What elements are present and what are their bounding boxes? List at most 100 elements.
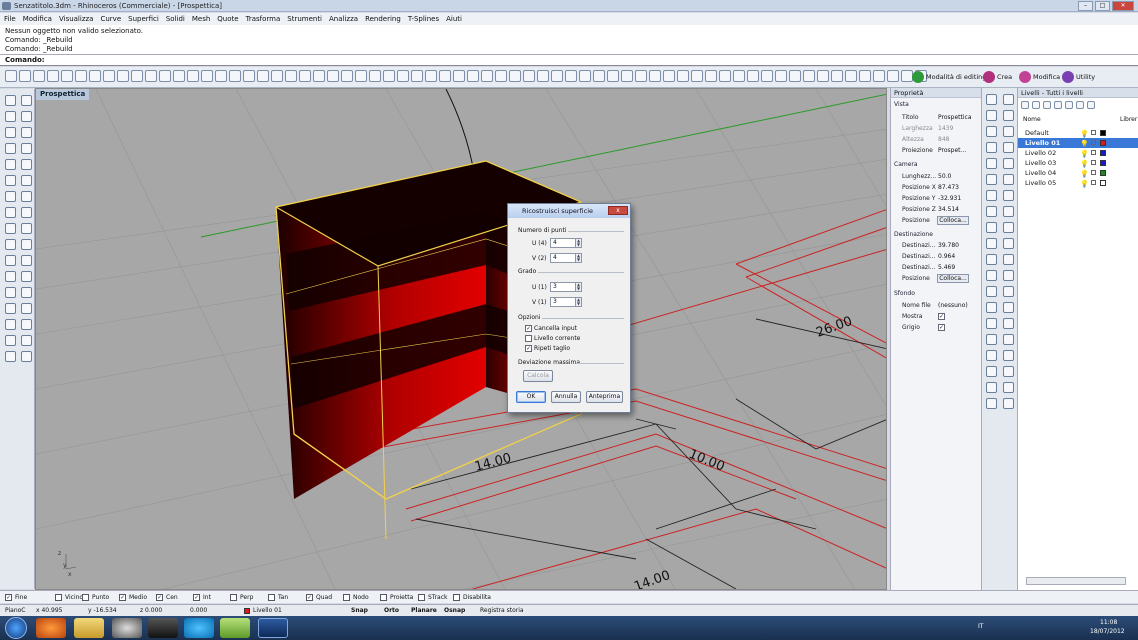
toolbar-tool-icon[interactable]: [61, 70, 73, 82]
modeling-tool-icon[interactable]: [21, 207, 32, 218]
perspective-viewport[interactable]: 26.00 14.00 10.00 14.00 z y x Prospettic…: [35, 88, 887, 590]
current-layer-checkbox[interactable]: Livello corrente: [525, 335, 580, 343]
tool-icon[interactable]: [986, 158, 997, 169]
layer-row[interactable]: Livello 03 💡: [1018, 158, 1138, 168]
clock-time[interactable]: 11:08: [1100, 619, 1117, 626]
menu-item[interactable]: T-Splines: [408, 13, 439, 25]
modeling-tool-icon[interactable]: [21, 143, 32, 154]
modeling-tool-icon[interactable]: [5, 223, 16, 234]
toolbar-tool-icon[interactable]: [215, 70, 227, 82]
tab-create[interactable]: Crea: [983, 71, 1012, 84]
toolbar-tool-icon[interactable]: [565, 70, 577, 82]
viewport-canvas[interactable]: 26.00 14.00 10.00 14.00 z y x: [36, 89, 887, 590]
toolbar-tool-icon[interactable]: [397, 70, 409, 82]
layer-lock-icon[interactable]: [1091, 150, 1096, 155]
property-value[interactable]: 39.780: [938, 241, 959, 251]
toolbar-tool-icon[interactable]: [439, 70, 451, 82]
filter-icon[interactable]: [1076, 101, 1084, 109]
menu-item[interactable]: Visualizza: [59, 13, 93, 25]
toolbar-tool-icon[interactable]: [635, 70, 647, 82]
osnap-option[interactable]: Tan: [268, 593, 288, 602]
tool-icon[interactable]: [986, 126, 997, 137]
osnap-checkbox[interactable]: [418, 594, 425, 601]
toolbar-tool-icon[interactable]: [523, 70, 535, 82]
toolbar-tool-icon[interactable]: [621, 70, 633, 82]
osnap-checkbox[interactable]: ✓: [5, 594, 12, 601]
tool-icon[interactable]: [1003, 334, 1014, 345]
modeling-tool-icon[interactable]: [5, 191, 16, 202]
skype-icon[interactable]: [184, 618, 214, 638]
property-value[interactable]: 848: [938, 135, 949, 145]
modeling-tool-icon[interactable]: [5, 175, 16, 186]
tool-icon[interactable]: [1003, 158, 1014, 169]
osnap-option[interactable]: Proietta: [380, 593, 413, 602]
modeling-tool-icon[interactable]: [21, 159, 32, 170]
toolbar-tool-icon[interactable]: [887, 70, 899, 82]
osnap-option[interactable]: ✓ Cen: [156, 593, 178, 602]
tool-icon[interactable]: [1003, 366, 1014, 377]
modeling-tool-icon[interactable]: [5, 271, 16, 282]
modeling-tool-icon[interactable]: [5, 335, 16, 346]
toolbar-tool-icon[interactable]: [509, 70, 521, 82]
tool-icon[interactable]: [1003, 238, 1014, 249]
tool-icon[interactable]: [1003, 302, 1014, 313]
u-degree-input[interactable]: 3: [550, 282, 576, 292]
tool-icon[interactable]: [986, 142, 997, 153]
layer-row[interactable]: Livello 02 💡: [1018, 148, 1138, 158]
modeling-tool-icon[interactable]: [5, 95, 16, 106]
tool-icon[interactable]: [986, 174, 997, 185]
osnap-option[interactable]: Perp: [230, 593, 253, 602]
move-up-icon[interactable]: [1054, 101, 1062, 109]
cancel-button[interactable]: Annulla: [551, 391, 581, 403]
property-checkbox[interactable]: ✓: [938, 313, 945, 320]
property-value[interactable]: 34.514: [938, 205, 959, 215]
toolbar-tool-icon[interactable]: [103, 70, 115, 82]
clock-date[interactable]: 18/07/2012: [1090, 628, 1125, 635]
tool-icon[interactable]: [1003, 270, 1014, 281]
tool-icon[interactable]: [986, 110, 997, 121]
osnap-option[interactable]: ✓ Medio: [119, 593, 147, 602]
v-points-spinner[interactable]: ▲ ▼: [575, 253, 582, 263]
property-value[interactable]: 50.0: [938, 172, 951, 182]
osnap-option[interactable]: Disabilita: [453, 593, 491, 602]
toolbar-tool-icon[interactable]: [187, 70, 199, 82]
tool-icon[interactable]: [1003, 382, 1014, 393]
toolbar-tool-icon[interactable]: [873, 70, 885, 82]
menu-item[interactable]: File: [4, 13, 16, 25]
osnap-option[interactable]: Punto: [82, 593, 109, 602]
toolbar-tool-icon[interactable]: [775, 70, 787, 82]
property-checkbox[interactable]: ✓: [938, 324, 945, 331]
move-down-icon[interactable]: [1065, 101, 1073, 109]
modeling-tool-icon[interactable]: [21, 271, 32, 282]
menu-item[interactable]: Quote: [217, 13, 238, 25]
layer-lock-icon[interactable]: [1091, 160, 1096, 165]
ok-button[interactable]: OK: [516, 391, 546, 403]
v-points-input[interactable]: 4: [550, 253, 576, 263]
osnap-option[interactable]: STrack: [418, 593, 448, 602]
osnap-checkbox[interactable]: ✓: [306, 594, 313, 601]
toolbar-tool-icon[interactable]: [117, 70, 129, 82]
u-points-input[interactable]: 4: [550, 238, 576, 248]
new-layer-icon[interactable]: [1021, 101, 1029, 109]
tool-icon[interactable]: [986, 398, 997, 409]
property-value[interactable]: Prospet...: [938, 146, 966, 156]
layer-lock-icon[interactable]: [1091, 170, 1096, 175]
layer-row[interactable]: Livello 01 💡: [1018, 138, 1138, 148]
calculate-button[interactable]: Calcola: [523, 370, 553, 382]
tool-icon[interactable]: [986, 206, 997, 217]
modeling-tool-icon[interactable]: [21, 287, 32, 298]
osnap-checkbox[interactable]: [380, 594, 387, 601]
u-points-spinner[interactable]: ▲ ▼: [575, 238, 582, 248]
menu-item[interactable]: Rendering: [365, 13, 401, 25]
modeling-tool-icon[interactable]: [21, 175, 32, 186]
tool-icon[interactable]: [1003, 254, 1014, 265]
layer-color-swatch[interactable]: [1100, 140, 1106, 146]
toolbar-tool-icon[interactable]: [593, 70, 605, 82]
place-button[interactable]: Colloca...: [937, 216, 969, 225]
menu-item[interactable]: Analizza: [329, 13, 358, 25]
osnap-checkbox[interactable]: [343, 594, 350, 601]
command-input[interactable]: Comando:: [0, 55, 1138, 66]
osnap-checkbox[interactable]: ✓: [156, 594, 163, 601]
tool-icon[interactable]: [1003, 174, 1014, 185]
modeling-tool-icon[interactable]: [21, 319, 32, 330]
